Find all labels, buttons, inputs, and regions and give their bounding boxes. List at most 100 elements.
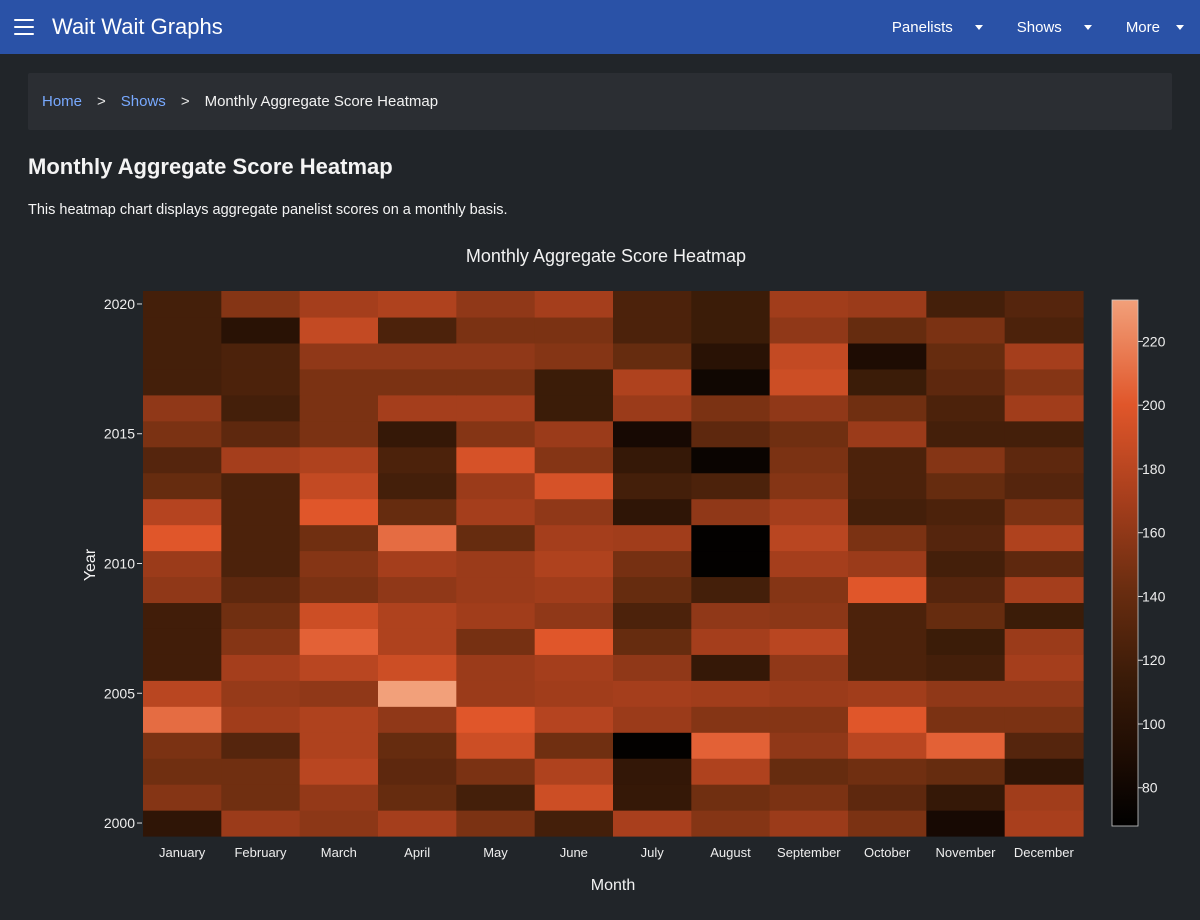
heatmap-cell	[769, 291, 849, 318]
page-title: Monthly Aggregate Score Heatmap	[28, 154, 393, 179]
heatmap-cell	[926, 784, 1006, 811]
heatmap-cell	[534, 810, 614, 837]
heatmap-cell	[221, 291, 301, 318]
heatmap-cell	[221, 576, 301, 604]
heatmap-cell	[299, 654, 379, 681]
heatmap-cell	[691, 394, 771, 422]
heatmap-cell	[143, 342, 222, 370]
nav-more-dropdown[interactable]: More	[1126, 19, 1184, 36]
heatmap-cell	[299, 550, 379, 578]
breadcrumb-separator: >	[97, 93, 106, 110]
heatmap-cell	[378, 368, 457, 396]
heatmap-cell	[221, 368, 301, 396]
x-tick-label: February	[234, 845, 287, 860]
heatmap-cell	[456, 394, 536, 422]
heatmap-cell	[691, 446, 771, 474]
heatmap-cell	[534, 524, 614, 552]
heatmap-cell	[378, 706, 457, 733]
heatmap-cell	[456, 758, 536, 785]
heatmap-cell	[143, 524, 222, 552]
heatmap-cell	[769, 732, 849, 759]
heatmap-cell	[534, 602, 614, 629]
heatmap-cell	[769, 576, 849, 604]
y-axis-label: Year	[82, 548, 99, 581]
heatmap-cell	[456, 550, 536, 578]
heatmap-cell	[456, 602, 536, 629]
heatmap-cell	[1004, 810, 1084, 837]
heatmap-cell	[456, 680, 536, 707]
heatmap-cell	[769, 420, 849, 448]
heatmap-cell	[848, 576, 927, 604]
y-tick-label: 2015	[104, 426, 135, 442]
heatmap-cell	[1004, 628, 1084, 655]
heatmap-cell	[534, 446, 614, 474]
heatmap-cell	[613, 576, 692, 604]
heatmap-cell	[613, 810, 692, 837]
heatmap-cell	[848, 368, 927, 396]
heatmap-cell	[691, 758, 771, 785]
heatmap-cell	[848, 446, 927, 474]
heatmap-cell	[848, 758, 927, 785]
colorbar-tick-label: 100	[1142, 716, 1166, 732]
heatmap-svg: Monthly Aggregate Score Heatmap January F…	[82, 246, 1166, 894]
heatmap-cell	[534, 784, 614, 811]
app-brand[interactable]: Wait Wait Graphs	[52, 14, 858, 40]
heatmap-cell	[848, 706, 927, 733]
heatmap-cell	[1004, 602, 1084, 629]
heatmap-cell	[1004, 498, 1084, 526]
heatmap-cell	[378, 654, 457, 681]
breadcrumb-home-link[interactable]: Home	[42, 93, 82, 110]
heatmap-cell	[848, 602, 927, 629]
breadcrumb-shows-link[interactable]: Shows	[121, 93, 166, 110]
heatmap-cell	[534, 342, 614, 370]
heatmap-cell	[378, 758, 457, 785]
heatmap-cell	[456, 784, 536, 811]
heatmap-cell	[221, 498, 301, 526]
heatmap-cell	[378, 680, 457, 707]
heatmap-cell	[456, 291, 536, 318]
heatmap-cell	[691, 342, 771, 370]
heatmap-cell	[378, 446, 457, 474]
nav-shows-dropdown[interactable]: Shows	[1017, 19, 1092, 36]
heatmap-cell	[299, 732, 379, 759]
heatmap-cell	[221, 420, 301, 448]
heatmap-cell	[691, 810, 771, 837]
heatmap-cell	[1004, 758, 1084, 785]
heatmap-cell	[378, 810, 457, 837]
heatmap-cell	[613, 472, 692, 500]
heatmap-cell	[926, 602, 1006, 629]
heatmap-cell	[221, 602, 301, 629]
heatmap-cell	[221, 706, 301, 733]
heatmap-cell	[691, 628, 771, 655]
heatmap-cell	[691, 706, 771, 733]
heatmap-cell	[534, 368, 614, 396]
heatmap-cell	[926, 394, 1006, 422]
heatmap-cell	[1004, 550, 1084, 578]
heatmap-cell	[456, 446, 536, 474]
heatmap-cell	[299, 472, 379, 500]
heatmap-cell	[299, 368, 379, 396]
heatmap-cell	[848, 291, 927, 318]
heatmap-cell	[378, 420, 457, 448]
heatmap-cell	[143, 550, 222, 578]
heatmap-cell	[1004, 784, 1084, 811]
heatmap-cell	[926, 368, 1006, 396]
heatmap-cell	[299, 394, 379, 422]
heatmap-cell	[769, 446, 849, 474]
heatmap-cell	[691, 368, 771, 396]
colorbar-tick-label: 140	[1142, 588, 1166, 604]
heatmap-cell	[378, 628, 457, 655]
heatmap-cell	[926, 758, 1006, 785]
heatmap-cell	[926, 732, 1006, 759]
heatmap-cell	[378, 394, 457, 422]
heatmap-cell	[221, 394, 301, 422]
heatmap-cell	[926, 291, 1006, 318]
heatmap-cell	[1004, 680, 1084, 707]
heatmap-cell	[221, 758, 301, 785]
heatmap-cell	[221, 316, 301, 344]
nav-panelists-dropdown[interactable]: Panelists	[892, 19, 983, 36]
heatmap-cell	[299, 498, 379, 526]
heatmap-cell	[221, 472, 301, 500]
hamburger-menu-icon[interactable]	[14, 19, 34, 35]
heatmap-cell	[221, 784, 301, 811]
